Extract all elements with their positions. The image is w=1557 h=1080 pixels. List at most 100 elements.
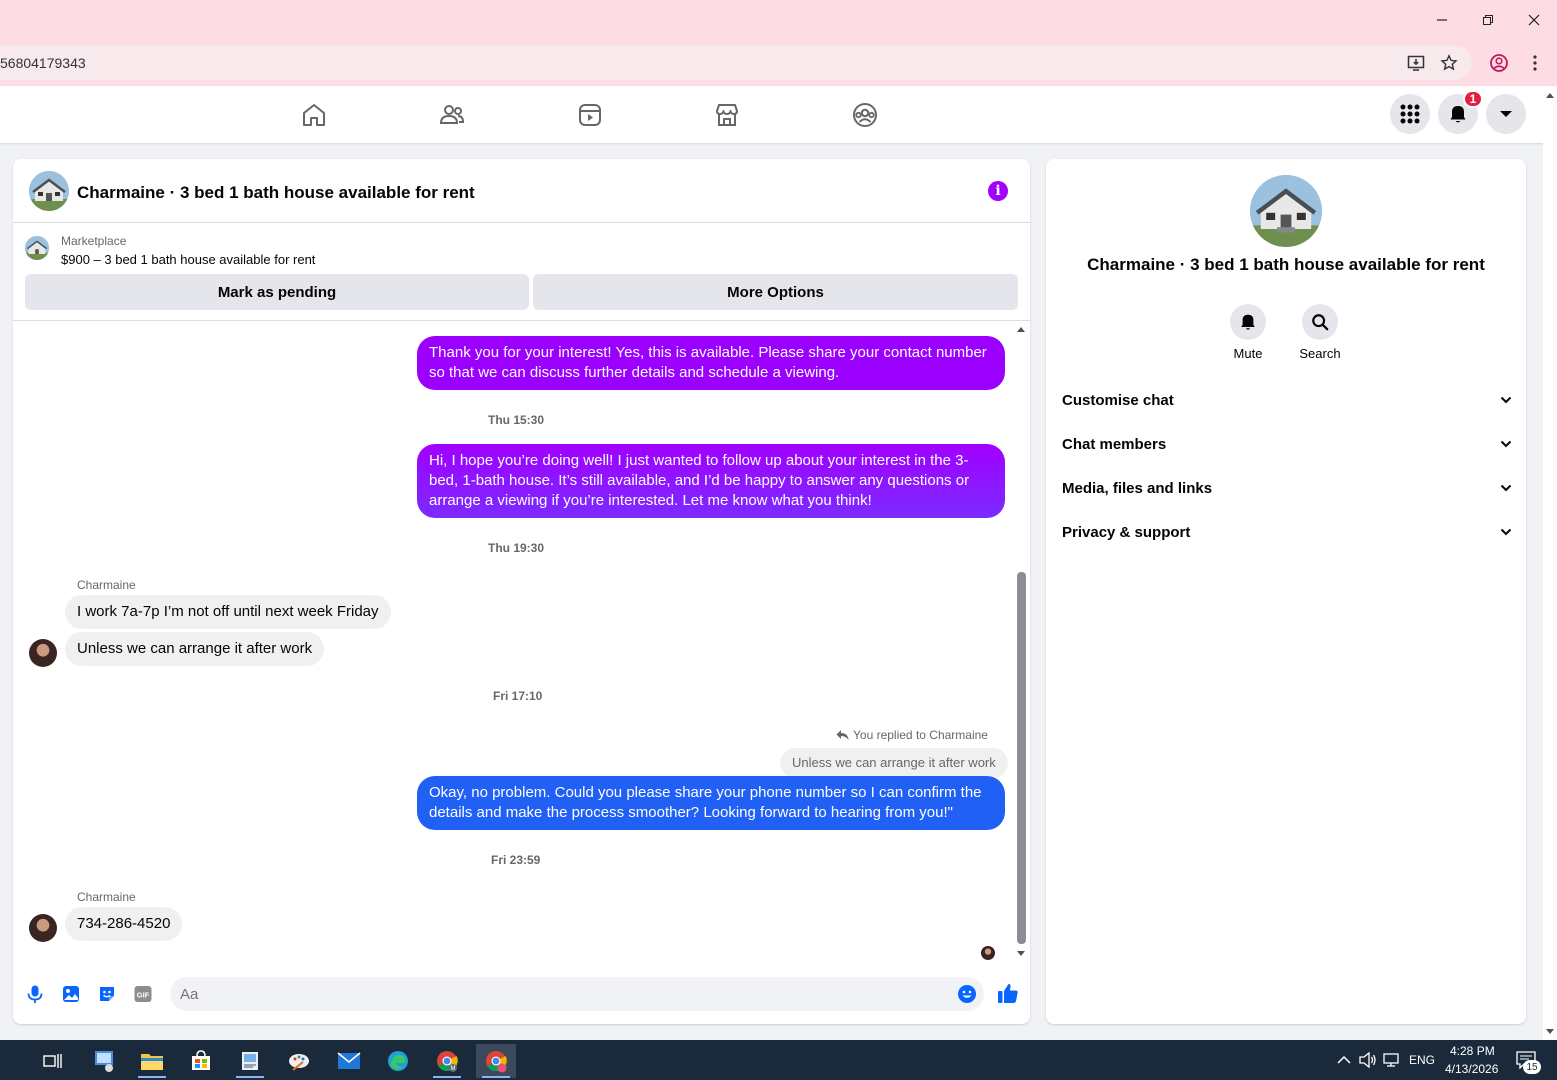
facebook-top-nav xyxy=(0,86,1557,143)
system-app-icon[interactable] xyxy=(84,1044,124,1078)
grid-icon xyxy=(1400,104,1420,124)
language-indicator[interactable]: ENG xyxy=(1409,1053,1435,1067)
show-hidden-icons-chevron-icon[interactable] xyxy=(1337,1055,1351,1065)
house-thumbnail-icon[interactable] xyxy=(29,171,69,211)
search-button[interactable]: Search xyxy=(1280,304,1360,361)
volume-icon[interactable] xyxy=(1359,1052,1377,1068)
charmaine-avatar[interactable] xyxy=(29,639,57,667)
timestamp: Thu 19:30 xyxy=(488,541,545,555)
marketplace-icon[interactable] xyxy=(714,102,740,128)
thumbs-up-icon[interactable] xyxy=(997,982,1019,1004)
file-explorer-icon[interactable] xyxy=(132,1044,172,1078)
section-label: Customise chat xyxy=(1062,391,1174,409)
section-customise-chat[interactable]: Customise chat xyxy=(1062,388,1512,412)
more-options-button[interactable]: More Options xyxy=(533,274,1018,310)
outgoing-message[interactable]: Thank you for your interest! Yes, this i… xyxy=(417,336,1005,390)
clock-date[interactable]: 4/13/2026 xyxy=(1445,1062,1498,1076)
section-label: Chat members xyxy=(1062,435,1167,453)
outgoing-message[interactable]: Hi, I hope you’re doing well! I just wan… xyxy=(417,444,1005,518)
scrollbar-thumb[interactable] xyxy=(1017,572,1026,944)
home-icon[interactable] xyxy=(301,102,327,128)
incoming-message[interactable]: 734-286-4520 xyxy=(65,907,183,941)
chevron-down-icon xyxy=(1500,484,1512,492)
paint-app-icon[interactable] xyxy=(279,1044,319,1078)
timestamp: Fri 17:10 xyxy=(493,689,543,703)
section-privacy-support[interactable]: Privacy & support xyxy=(1062,520,1512,544)
message-input[interactable] xyxy=(170,977,984,1011)
bell-icon xyxy=(1241,314,1255,330)
section-chat-members[interactable]: Chat members xyxy=(1062,432,1512,456)
incoming-message[interactable]: I work 7a-7p I’m not off until next week… xyxy=(65,595,391,629)
mark-as-pending-button[interactable]: Mark as pending xyxy=(25,274,529,310)
restore-icon[interactable] xyxy=(1476,8,1500,32)
chevron-down-icon xyxy=(1500,396,1512,404)
conversation-avatar-icon[interactable] xyxy=(1250,175,1322,247)
url-text[interactable]: 56804179343 xyxy=(0,55,86,71)
edge-icon[interactable] xyxy=(378,1044,418,1078)
notification-badge: 1 xyxy=(1463,90,1483,108)
charmaine-avatar[interactable] xyxy=(29,914,57,942)
message-scrollbar[interactable] xyxy=(1015,322,1027,962)
bell-icon xyxy=(1450,106,1466,123)
profile-icon[interactable] xyxy=(1489,53,1509,73)
chrome-profile-icon[interactable] xyxy=(476,1044,516,1078)
listing-thumbnail-icon[interactable] xyxy=(25,236,49,260)
outgoing-message[interactable]: Okay, no problem. Could you please share… xyxy=(417,776,1005,830)
sender-name: Charmaine xyxy=(77,890,136,904)
caret-down-icon xyxy=(1500,111,1512,117)
network-icon[interactable] xyxy=(1383,1052,1401,1068)
info-icon[interactable]: i xyxy=(988,181,1008,201)
search-label: Search xyxy=(1299,346,1341,361)
watch-icon[interactable] xyxy=(577,102,603,128)
reply-label: You replied to Charmaine xyxy=(853,728,988,742)
header-divider xyxy=(13,320,1030,321)
notification-count-badge: 15 xyxy=(1523,1060,1541,1074)
emoji-icon[interactable] xyxy=(957,984,977,1004)
chevron-down-icon xyxy=(1500,528,1512,536)
sticker-icon[interactable] xyxy=(97,984,117,1004)
incoming-message[interactable]: Unless we can arrange it after work xyxy=(65,632,325,666)
conversation-title: Charmaine · 3 bed 1 bath house available… xyxy=(1087,255,1485,274)
read-receipt-avatar xyxy=(981,946,995,960)
chrome-icon[interactable]: M xyxy=(427,1044,467,1078)
browser-menu-icon[interactable] xyxy=(1525,53,1545,73)
timestamp: Fri 23:59 xyxy=(491,853,541,867)
mute-label: Mute xyxy=(1233,346,1263,361)
section-media-files-links[interactable]: Media, files and links xyxy=(1062,476,1512,500)
friends-icon[interactable] xyxy=(439,102,465,128)
photo-icon[interactable] xyxy=(61,984,81,1004)
menu-grid-button[interactable] xyxy=(1390,94,1430,134)
groups-icon[interactable] xyxy=(852,102,878,128)
page-scrollbar[interactable] xyxy=(1543,86,1557,1040)
mute-button[interactable]: Mute xyxy=(1208,304,1288,361)
section-label: Media, files and links xyxy=(1062,479,1213,497)
task-view-icon[interactable] xyxy=(33,1044,73,1078)
document-app-icon[interactable] xyxy=(230,1044,270,1078)
account-button[interactable] xyxy=(1486,94,1526,134)
browser-title-bar xyxy=(0,0,1557,40)
reply-indicator: You replied to Charmaine xyxy=(836,728,988,742)
clock-time[interactable]: 4:28 PM xyxy=(1450,1044,1495,1058)
chat-panel: Charmaine · 3 bed 1 bath house available… xyxy=(13,159,1030,1024)
marketplace-label: Marketplace xyxy=(61,234,127,248)
chat-title: Charmaine · 3 bed 1 bath house available… xyxy=(77,183,475,202)
mail-icon[interactable] xyxy=(329,1044,369,1078)
close-icon[interactable] xyxy=(1522,8,1546,32)
install-app-icon[interactable] xyxy=(1406,53,1426,73)
microphone-icon[interactable] xyxy=(25,984,45,1004)
microsoft-store-icon[interactable] xyxy=(181,1044,221,1078)
bookmark-star-icon[interactable] xyxy=(1439,53,1459,73)
quoted-message[interactable]: Unless we can arrange it after work xyxy=(780,748,1008,778)
omnibox[interactable]: 56804179343 xyxy=(0,46,1472,80)
minimize-icon[interactable] xyxy=(1430,8,1454,32)
section-label: Privacy & support xyxy=(1062,523,1191,541)
svg-text:M: M xyxy=(451,1066,456,1072)
address-bar-row: 56804179343 xyxy=(0,40,1557,86)
gif-icon[interactable]: GIF xyxy=(133,984,153,1004)
windows-taskbar: M ENG 4:28 PM 4/13/2026 15 xyxy=(0,1040,1557,1080)
timestamp: Thu 15:30 xyxy=(488,413,545,427)
listing-title[interactable]: $900 – 3 bed 1 bath house available for … xyxy=(61,252,315,267)
chevron-down-icon xyxy=(1500,440,1512,448)
svg-text:GIF: GIF xyxy=(137,991,150,1000)
chat-header: Charmaine · 3 bed 1 bath house available… xyxy=(13,159,1030,223)
